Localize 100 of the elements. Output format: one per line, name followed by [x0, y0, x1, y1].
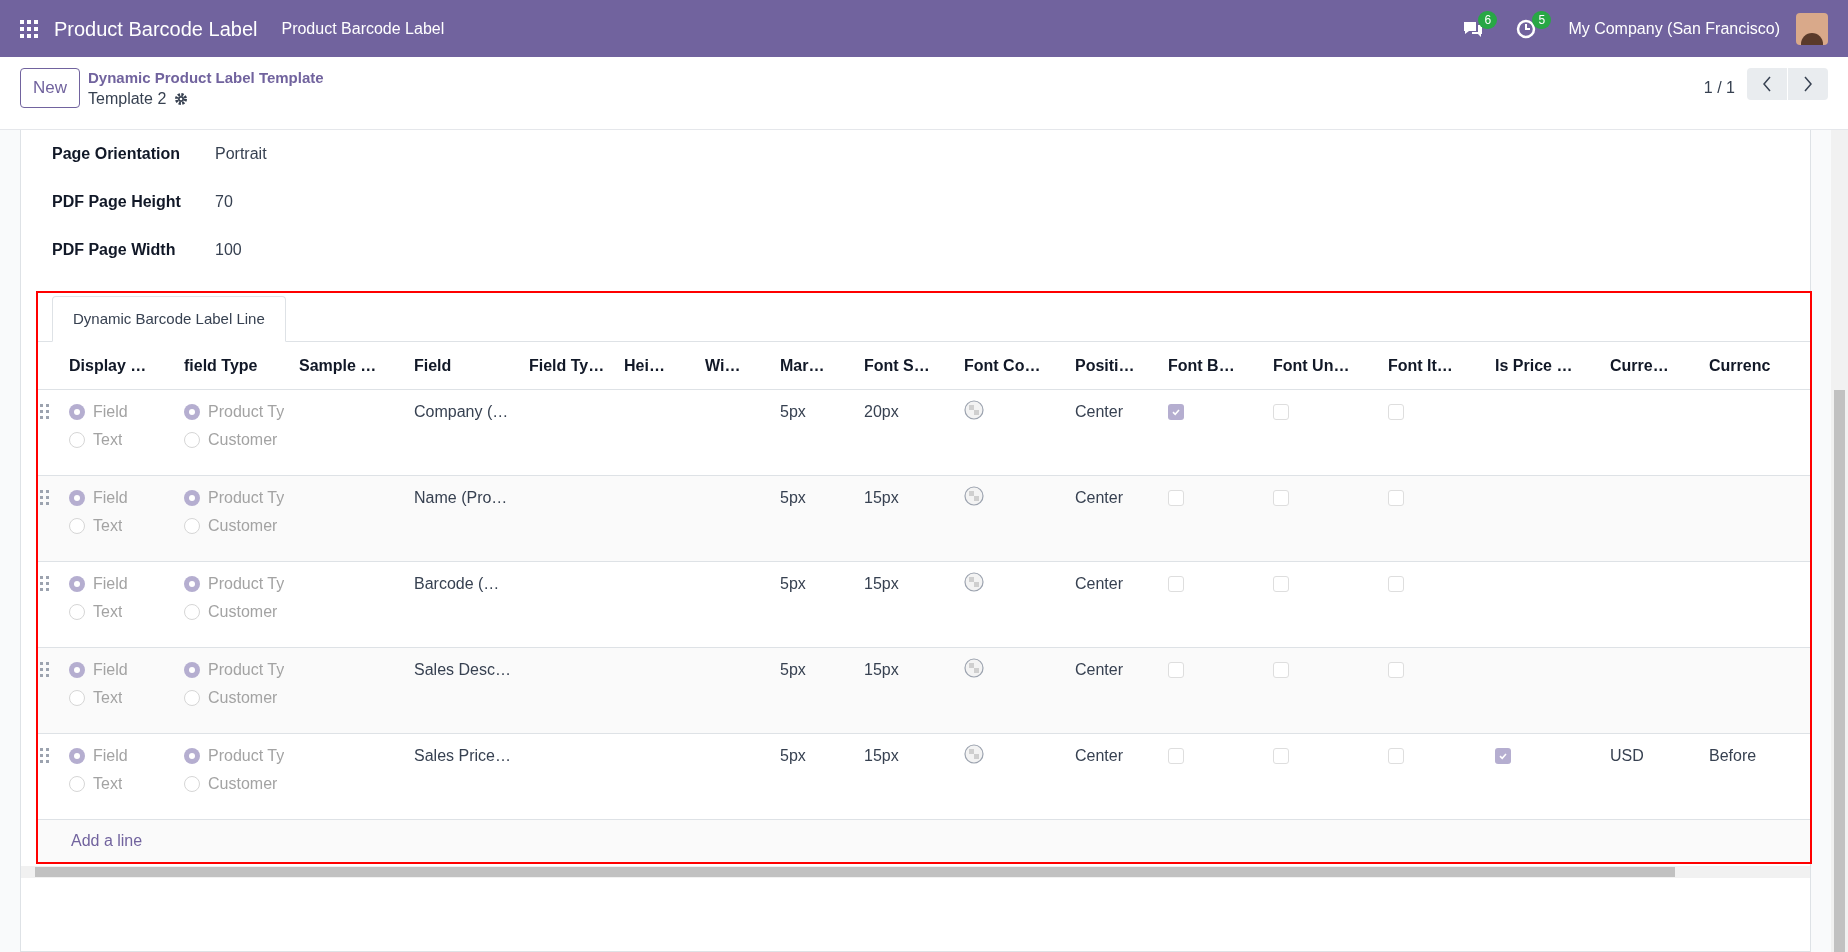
radio-button[interactable] [69, 576, 85, 592]
app-title[interactable]: Product Barcode Label [54, 13, 258, 44]
column-header[interactable]: Wi… [705, 353, 780, 378]
table-cell-text: 20px [864, 402, 899, 422]
tab[interactable]: Dynamic Barcode Label Line [52, 296, 286, 342]
notification-badge: 5 [1532, 10, 1552, 29]
checkbox[interactable] [1388, 404, 1404, 420]
menu-item[interactable]: Product Barcode Label [281, 16, 445, 41]
field-value: 70 [215, 192, 233, 212]
column-header[interactable]: Font B… [1168, 353, 1273, 378]
checkbox[interactable] [1168, 490, 1184, 506]
checkbox[interactable] [1273, 662, 1289, 678]
radio-button[interactable] [69, 432, 85, 448]
column-header[interactable]: Hei… [624, 353, 705, 378]
checkbox[interactable] [1168, 748, 1184, 764]
checkbox[interactable] [1388, 490, 1404, 506]
column-header[interactable]: Font Co… [964, 353, 1075, 378]
column-header[interactable]: Font It… [1388, 353, 1495, 378]
table-cell-text: Sales Price… [414, 746, 511, 766]
radio-button[interactable] [184, 518, 200, 534]
new-button[interactable]: New [20, 68, 80, 108]
transparent-color-icon[interactable] [964, 400, 984, 420]
checkbox[interactable] [1388, 662, 1404, 678]
checkbox[interactable] [1495, 748, 1511, 764]
column-header[interactable]: Sample … [299, 353, 414, 378]
transparent-color-icon[interactable] [964, 486, 984, 506]
add-line-link[interactable]: Add a line [71, 829, 143, 853]
chevron-right-icon [1803, 76, 1813, 92]
drag-handle-icon[interactable] [40, 662, 50, 678]
column-header[interactable]: Font S… [864, 353, 964, 378]
pager-value[interactable]: 1 / 1 [1703, 76, 1735, 100]
radio-button[interactable] [184, 490, 200, 506]
radio-button[interactable] [184, 662, 200, 678]
radio-button[interactable] [184, 604, 200, 620]
drag-handle-icon[interactable] [40, 576, 50, 592]
checkbox[interactable] [1273, 748, 1289, 764]
breadcrumb-link[interactable]: Dynamic Product Label Template [88, 68, 324, 88]
checkbox[interactable] [1273, 404, 1289, 420]
radio-button[interactable] [184, 432, 200, 448]
chevron-left-icon [1762, 76, 1772, 92]
checkbox[interactable] [1168, 404, 1184, 420]
radio-label: Product Ty [208, 402, 285, 422]
column-header[interactable]: Positi… [1075, 353, 1168, 378]
drag-handle-icon[interactable] [40, 748, 50, 764]
radio-button[interactable] [184, 404, 200, 420]
radio-button[interactable] [184, 576, 200, 592]
user-avatar[interactable] [1796, 12, 1828, 45]
column-header[interactable]: Font Un… [1273, 353, 1388, 378]
checkmark-icon [1498, 751, 1508, 761]
radio-button[interactable] [69, 604, 85, 620]
radio-button[interactable] [69, 662, 85, 678]
column-header[interactable]: Is Price … [1495, 353, 1610, 378]
table-cell-text: Center [1075, 574, 1124, 594]
checkbox[interactable] [1388, 576, 1404, 592]
radio-label: Customer [208, 688, 278, 708]
transparent-color-icon[interactable] [964, 572, 984, 592]
radio-label: Product Ty [208, 488, 285, 508]
checkbox[interactable] [1168, 576, 1184, 592]
clock-icon[interactable] [1516, 18, 1537, 39]
column-header[interactable]: Mar… [780, 353, 864, 378]
radio-button[interactable] [69, 690, 85, 706]
radio-button[interactable] [184, 776, 200, 792]
drag-handle-icon[interactable] [40, 490, 50, 506]
radio-button[interactable] [184, 748, 200, 764]
previous-button[interactable] [1747, 68, 1787, 100]
radio-button[interactable] [69, 776, 85, 792]
table-cell-text: Center [1075, 488, 1124, 508]
table-cell-text: 15px [864, 488, 899, 508]
drag-handle-icon[interactable] [40, 404, 50, 420]
transparent-color-icon[interactable] [964, 744, 984, 764]
radio-label: Text [93, 430, 123, 450]
table-cell-text: 15px [864, 746, 899, 766]
checkbox[interactable] [1388, 748, 1404, 764]
checkbox[interactable] [1273, 576, 1289, 592]
column-header[interactable]: Display … [69, 353, 184, 378]
column-header[interactable]: Currenc [1709, 353, 1810, 378]
table-cell-text: 5px [780, 488, 806, 508]
radio-button[interactable] [184, 690, 200, 706]
horizontal-scrollbar[interactable] [21, 866, 1810, 878]
table-cell-text: 15px [864, 574, 899, 594]
field-label: Page Orientation [52, 144, 182, 164]
table-cell-text: Center [1075, 402, 1124, 422]
column-header[interactable]: Field [414, 353, 529, 378]
company-name[interactable]: My Company (San Francisco) [1568, 16, 1780, 41]
checkbox[interactable] [1168, 662, 1184, 678]
radio-button[interactable] [69, 748, 85, 764]
column-header[interactable]: field Type [184, 353, 299, 378]
column-header[interactable]: Field Ty… [529, 353, 624, 378]
radio-label: Field [93, 488, 128, 508]
radio-label: Text [93, 774, 123, 794]
radio-button[interactable] [69, 404, 85, 420]
transparent-color-icon[interactable] [964, 658, 984, 678]
apps-menu-icon[interactable] [20, 19, 38, 38]
gear-icon[interactable] [174, 92, 189, 106]
vertical-scrollbar[interactable] [1831, 130, 1848, 952]
radio-button[interactable] [69, 490, 85, 506]
checkbox[interactable] [1273, 490, 1289, 506]
next-button[interactable] [1788, 68, 1828, 100]
radio-button[interactable] [69, 518, 85, 534]
column-header[interactable]: Curre… [1610, 353, 1709, 378]
